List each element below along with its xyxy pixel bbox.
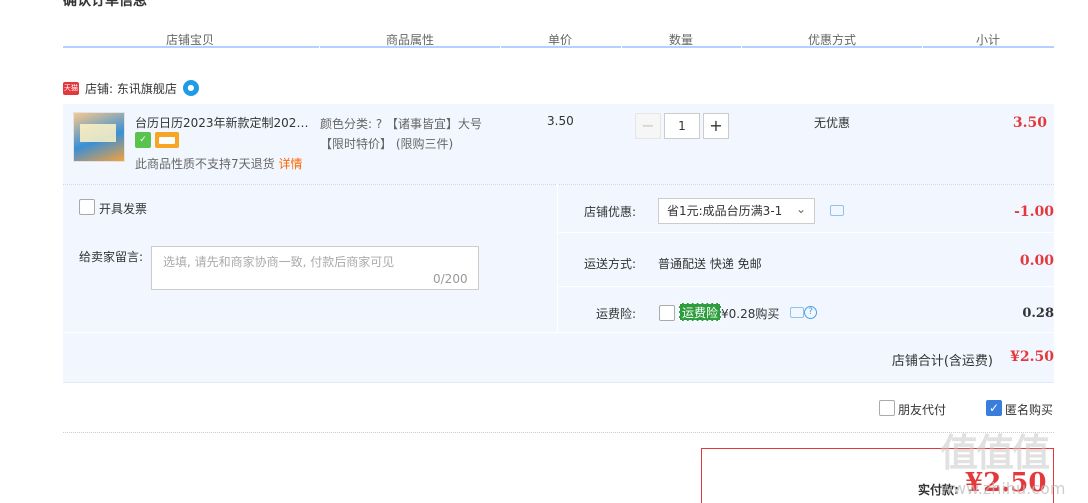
credit-card-icon: [155, 132, 179, 148]
service-guarantee-icon: ✓: [135, 132, 151, 148]
shipping-label: 运送方式:: [583, 257, 636, 271]
header-separator: [319, 46, 320, 48]
comment-icon[interactable]: [830, 205, 844, 216]
product-attributes: 颜色分类: ? 【诸事皆宜】大号 【限时特价】 (限购三件): [320, 114, 490, 154]
shop-coupon-value: -1.00: [1014, 204, 1054, 220]
attribute-line: 【限时特价】 (限购三件): [320, 137, 454, 151]
quantity-decrease-button[interactable]: −: [635, 113, 661, 139]
header-separator: [621, 46, 622, 48]
tmall-badge-icon: 天猫: [63, 81, 79, 95]
no-return-notice: 此商品性质不支持7天退货 详情: [135, 155, 302, 172]
watermark-text: www.zhihu.com: [940, 479, 1066, 498]
shop-row: 天猫 店铺: 东讯旗舰店 ●: [63, 78, 199, 98]
seller-message-placeholder: 选填, 请先和商家协商一致, 付款后商家可见: [163, 255, 395, 269]
panel-divider: [557, 286, 1054, 287]
shop-coupon-select[interactable]: 省1元:成品台历满3-1: [658, 198, 815, 224]
item-promotion: 无优惠: [814, 116, 851, 130]
insurance-label: 运费险:: [595, 307, 636, 321]
header-separator: [741, 46, 742, 48]
comment-icon[interactable]: [790, 307, 804, 318]
friend-pay-label[interactable]: 朋友代付: [898, 401, 946, 418]
panel-divider: [63, 332, 1054, 333]
shop-total-label: 店铺合计(含运费): [891, 354, 993, 369]
seller-message-label: 给卖家留言:: [79, 250, 144, 264]
shipping-method: 普通配送 快递 免邮: [658, 257, 762, 271]
header-separator: [500, 46, 501, 48]
friend-pay-checkbox[interactable]: [879, 400, 895, 416]
shop-name[interactable]: 店铺: 东讯旗舰店: [85, 80, 177, 97]
item-subtotal: 3.50: [1012, 115, 1047, 131]
quantity-input[interactable]: 1: [664, 113, 700, 139]
shop-coupon-label: 店铺优惠:: [583, 205, 636, 219]
insurance-price-text: ¥0.28购买: [721, 307, 780, 321]
anonymous-purchase-checkbox[interactable]: ✓: [986, 400, 1002, 416]
attribute-line: 颜色分类: ? 【诸事皆宜】大号: [320, 117, 483, 131]
seller-message-counter: 0/200: [433, 272, 468, 286]
wangwang-chat-icon[interactable]: ●: [182, 80, 199, 96]
header-divider: [63, 46, 1054, 48]
anonymous-purchase-label[interactable]: 匿名购买: [1005, 401, 1053, 418]
quantity-increase-button[interactable]: +: [703, 113, 729, 139]
help-question-icon[interactable]: ?: [804, 306, 817, 319]
panel-divider: [557, 232, 1054, 233]
shop-total-value: ¥2.50: [1010, 349, 1054, 365]
unit-price: 3.50: [547, 114, 574, 128]
insurance-badge: 运费险: [679, 303, 722, 321]
chevron-down-icon[interactable]: ⌄: [796, 203, 806, 215]
shipping-fee: 0.00: [1019, 253, 1054, 269]
divider: [63, 432, 1054, 433]
insurance-checkbox[interactable]: [659, 305, 675, 321]
invoice-checkbox[interactable]: [79, 199, 95, 215]
invoice-label[interactable]: 开具发票: [99, 200, 147, 217]
insurance-value: 0.28: [1022, 306, 1054, 321]
watermark-logo: 值值值: [940, 431, 1050, 475]
details-link[interactable]: 详情: [278, 157, 302, 171]
no-return-text: 此商品性质不支持7天退货: [135, 157, 275, 171]
header-separator: [922, 46, 923, 48]
product-thumbnail-detail: [80, 124, 116, 142]
divider: [63, 382, 1054, 383]
section-title: 确认订单信息: [63, 0, 147, 9]
product-title-link[interactable]: 台历日历2023年新款定制2022...: [135, 114, 315, 131]
